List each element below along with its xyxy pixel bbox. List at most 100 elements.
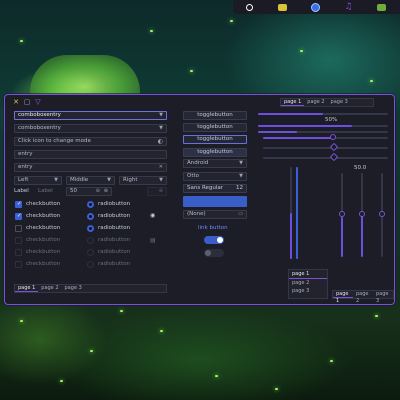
radiobutton-2-label: radiobutton	[98, 213, 131, 219]
chevron-down-icon[interactable]: ▼	[159, 112, 163, 119]
spin-label-2: Label	[38, 188, 53, 194]
hscale-3-knob[interactable]	[329, 152, 339, 162]
font-name: Sans Regular	[187, 185, 224, 191]
chevron-down-icon[interactable]: ▼	[159, 125, 163, 132]
chevron-down-icon: ▼	[107, 177, 111, 183]
align-right-text: Right	[123, 177, 138, 183]
radiobutton-1-label: radiobutton	[98, 201, 131, 207]
wallpaper-spark	[90, 350, 93, 352]
checkbutton-3[interactable]	[15, 225, 22, 232]
align-left-combo[interactable]: Left ▼	[14, 176, 62, 185]
tab-page-3[interactable]: page 3	[289, 287, 327, 295]
tab-page-3[interactable]: page 3	[328, 99, 351, 106]
eye-icon[interactable]: ◉	[150, 212, 155, 219]
plus-icon: ⊕	[158, 188, 163, 194]
vscale-2-knob[interactable]	[359, 211, 365, 217]
font-button[interactable]: Sans Regular 12	[183, 184, 247, 193]
checkbutton-2[interactable]	[15, 213, 22, 220]
comboboxentry-2[interactable]: comboboxentry ▼	[14, 124, 167, 133]
wallpaper-spark	[375, 315, 378, 317]
tab-page-1[interactable]: page 1	[15, 285, 39, 292]
vscale-3-knob[interactable]	[379, 211, 385, 217]
hscale-2-knob[interactable]	[329, 142, 339, 152]
color-button[interactable]	[183, 196, 247, 207]
togglebutton-4[interactable]: togglebutton	[183, 148, 247, 157]
tab-page-2[interactable]: page 2	[304, 99, 327, 106]
togglebutton-1[interactable]: togglebutton	[183, 111, 247, 120]
top-panel: ♫	[233, 0, 400, 14]
entry-1[interactable]: entry	[14, 150, 167, 159]
entry-2[interactable]: entry ✕	[14, 163, 167, 172]
radiobutton-1[interactable]	[87, 201, 94, 208]
togglebutton-3[interactable]: togglebutton	[183, 135, 247, 144]
minimize-icon[interactable]: ▽	[34, 98, 42, 106]
chevron-down-icon: ▼	[239, 160, 243, 166]
notebook-tabs-left: page 1 page 2 page 3	[14, 284, 167, 293]
panel-files[interactable]	[266, 0, 299, 14]
align-right-combo[interactable]: Right ▼	[119, 176, 167, 185]
togglebutton-2[interactable]: togglebutton	[183, 123, 247, 132]
vscale-1-knob[interactable]	[339, 211, 345, 217]
tab-page-2[interactable]: page 2	[353, 291, 373, 304]
checkbutton-5-label: checkbutton	[26, 249, 61, 255]
radiobutton-4	[87, 237, 94, 244]
wallpaper-spark	[370, 80, 373, 82]
tab-page-2[interactable]: page 2	[38, 285, 61, 292]
comboboxentry-2-text: comboboxentry	[18, 125, 61, 131]
wallpaper-spark	[60, 380, 63, 382]
mode-icon[interactable]: ◐	[158, 138, 163, 145]
chevron-down-icon: ▼	[239, 173, 243, 179]
font-size: 12	[236, 185, 243, 191]
switch-off[interactable]	[204, 249, 224, 257]
hscale-1-knob[interactable]	[330, 134, 336, 140]
tab-page-2[interactable]: page 2	[289, 279, 327, 287]
radiobutton-5-label: radiobutton	[98, 249, 131, 255]
android-combo-text: Android	[187, 160, 209, 166]
clear-icon[interactable]: ✕	[159, 164, 163, 171]
icon-entry[interactable]: Click icon to change mode ◐	[14, 137, 167, 146]
edit-icon	[377, 3, 386, 11]
wallpaper-spark	[120, 310, 123, 312]
vprogress-1	[290, 167, 292, 259]
panel-editor[interactable]	[365, 0, 398, 14]
close-icon[interactable]: ✕	[12, 98, 20, 106]
panel-launcher[interactable]	[233, 0, 266, 14]
icon-entry-text: Click icon to change mode	[18, 138, 91, 144]
comboboxentry-1-text: comboboxentry	[18, 112, 61, 118]
minus-icon[interactable]: ⊖	[96, 188, 100, 195]
tab-page-1[interactable]: page 1	[289, 270, 327, 279]
wallpaper-spark	[300, 50, 303, 52]
circle-icon	[246, 3, 253, 11]
align-middle-combo[interactable]: Middle ▼	[66, 176, 115, 185]
music-icon: ♫	[344, 1, 353, 12]
checkbutton-1[interactable]	[15, 201, 22, 208]
file-chooser-button[interactable]: (None) ▭	[183, 210, 247, 219]
comboboxentry-1[interactable]: comboboxentry ▼	[14, 111, 167, 120]
tab-page-1[interactable]: page 1	[281, 99, 305, 106]
android-combo[interactable]: Android ▼	[183, 159, 247, 168]
entry-2-text: entry	[18, 164, 33, 170]
panel-music[interactable]: ♫	[332, 0, 365, 14]
wallpaper-spark	[20, 320, 23, 322]
radiobutton-3[interactable]	[87, 225, 94, 232]
hscale-2[interactable]	[263, 147, 388, 149]
otto-combo[interactable]: Otto ▼	[183, 172, 247, 181]
otto-combo-text: Otto	[187, 173, 200, 179]
folder-icon	[278, 3, 287, 11]
tab-page-3[interactable]: page 3	[373, 291, 393, 304]
wallpaper-spark	[150, 30, 153, 32]
spin-button[interactable]: 50 ⊖ ⊕	[66, 187, 112, 196]
browser-icon	[311, 2, 320, 12]
panel-browser[interactable]	[299, 0, 332, 14]
link-button[interactable]: link button	[198, 225, 228, 232]
hscale-1[interactable]	[263, 137, 388, 139]
progress-bar-3	[258, 131, 388, 133]
wallpaper-spark	[20, 40, 23, 42]
radiobutton-2[interactable]	[87, 213, 94, 220]
plus-icon[interactable]: ⊕	[104, 188, 108, 195]
switch-on[interactable]	[204, 236, 224, 244]
tab-page-1[interactable]: page 1	[333, 291, 353, 304]
hscale-3[interactable]	[263, 157, 388, 159]
tab-page-3[interactable]: page 3	[62, 285, 85, 292]
maximize-icon[interactable]: ▢	[23, 98, 31, 106]
